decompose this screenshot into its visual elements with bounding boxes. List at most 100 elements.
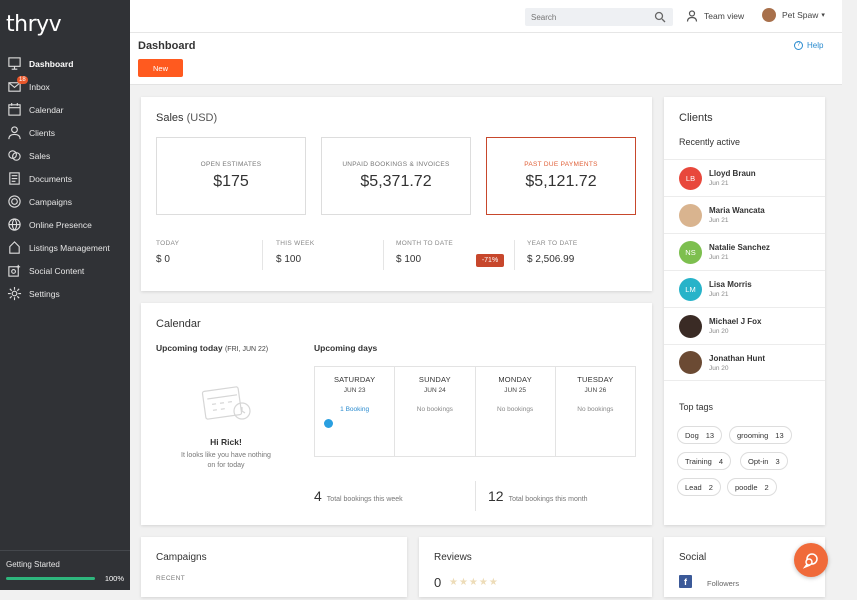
day-date: JUN 26 <box>584 387 607 394</box>
tag-count: 2 <box>764 482 769 492</box>
sidebar-item-label: Dashboard <box>29 58 74 69</box>
sidebar-item-campaigns[interactable]: Campaigns <box>0 190 130 213</box>
team-view-button[interactable]: Team view <box>686 10 744 22</box>
unpaid-bookings-box[interactable]: UNPAID BOOKINGS & INVOICES $5,371.72 <box>321 137 471 215</box>
search-input[interactable] <box>525 8 673 26</box>
day-column-saturday[interactable]: SATURDAY JUN 23 1 Booking <box>315 367 396 456</box>
tag-count: 3 <box>775 456 780 466</box>
divider <box>475 481 476 511</box>
tag-chip[interactable]: Training 4 <box>677 452 731 470</box>
top-tags-heading: Top tags <box>679 402 714 412</box>
stat-label: UNPAID BOOKINGS & INVOICES <box>342 161 450 168</box>
tag-count: 13 <box>705 430 715 440</box>
user-menu[interactable]: Pet Spaw ▾ <box>762 8 825 22</box>
star-rating-icon: ★★★★★ <box>449 577 499 588</box>
campaigns-card: Campaigns RECENT <box>141 537 407 597</box>
client-row[interactable]: Maria Wancata Jun 21 <box>664 196 825 233</box>
open-estimates-box[interactable]: OPEN ESTIMATES $175 <box>156 137 306 215</box>
upcoming-today-heading: Upcoming today (FRI, JUN 22) <box>156 343 268 353</box>
sidebar-item-dashboard[interactable]: Dashboard <box>0 52 130 75</box>
client-name: Natalie Sanchez <box>709 243 770 252</box>
client-row[interactable]: NS Natalie Sanchez Jun 21 <box>664 233 825 270</box>
tag-chip[interactable]: Lead 2 <box>677 478 721 496</box>
sidebar: thryv Dashboard 18 Inbox Calendar Client… <box>0 0 130 590</box>
tag-name: Dog <box>685 430 699 440</box>
facebook-icon[interactable]: f <box>679 575 692 588</box>
sidebar-item-clients[interactable]: Clients <box>0 121 130 144</box>
tag-count: 13 <box>775 430 784 440</box>
search-icon[interactable] <box>654 11 666 23</box>
social-content-icon <box>6 263 22 279</box>
chat-button[interactable] <box>794 543 828 577</box>
tag-chip[interactable]: poodle 2 <box>727 478 777 496</box>
page-title: Dashboard <box>138 40 196 52</box>
sidebar-item-label: Inbox <box>29 81 50 92</box>
sidebar-item-listings-management[interactable]: Listings Management <box>0 236 130 259</box>
day-column-monday[interactable]: MONDAY JUN 25 No bookings <box>476 367 556 456</box>
greeting: Hi Rick! <box>210 437 242 447</box>
dashboard-icon <box>6 56 22 72</box>
sales-title: Sales (USD) <box>156 112 217 124</box>
client-photo-avatar <box>679 203 702 227</box>
sidebar-item-online-presence[interactable]: Online Presence <box>0 213 130 236</box>
tag-name: grooming <box>737 430 769 440</box>
sidebar-item-sales[interactable]: Sales <box>0 144 130 167</box>
followers-label: Followers <box>707 579 740 588</box>
sidebar-item-documents[interactable]: Documents <box>0 167 130 190</box>
client-row[interactable]: Michael J Fox Jun 20 <box>664 307 825 344</box>
new-button[interactable]: New <box>138 59 183 77</box>
tag-chip[interactable]: grooming 13 <box>729 426 792 444</box>
upcoming-days-heading: Upcoming days <box>314 343 378 353</box>
getting-started[interactable]: Getting Started 100% <box>0 550 130 590</box>
sidebar-item-settings[interactable]: Settings <box>0 282 130 305</box>
past-due-payments-box[interactable]: PAST DUE PAYMENTS $5,121.72 <box>486 137 636 215</box>
progress-fill <box>6 577 95 580</box>
help-label: Help <box>807 41 824 50</box>
client-row[interactable]: LM Lisa Morris Jun 21 <box>664 270 825 307</box>
sales-currency: (USD) <box>186 112 218 124</box>
client-row[interactable]: LB Lloyd Braun Jun 21 <box>664 159 825 196</box>
review-count: 0 <box>434 575 442 590</box>
team-view-label: Team view <box>704 11 745 21</box>
client-name: Maria Wancata <box>709 206 765 215</box>
tag-chip[interactable]: Opt-in 3 <box>740 452 788 470</box>
client-name: Jonathan Hunt <box>709 353 765 363</box>
day-date: JUN 25 <box>504 387 526 394</box>
sidebar-item-label: Social Content <box>29 265 85 276</box>
sidebar-item-calendar[interactable]: Calendar <box>0 98 130 121</box>
thryv-logo[interactable]: thryv <box>6 12 62 37</box>
period-label: THIS WEEK <box>276 240 315 247</box>
stat-label: PAST DUE PAYMENTS <box>524 161 598 168</box>
help-link[interactable]: ? Help <box>794 41 823 50</box>
client-photo-avatar <box>679 351 702 374</box>
client-name: Lloyd Braun <box>709 169 756 178</box>
sidebar-item-label: Listings Management <box>29 242 110 253</box>
day-column-tuesday[interactable]: TUESDAY JUN 26 No bookings <box>556 367 635 456</box>
day-name: TUESDAY <box>577 375 614 384</box>
bookings-text: No bookings <box>416 406 453 413</box>
client-initials-avatar: NS <box>679 240 702 264</box>
week-total-number: 4 <box>314 488 322 504</box>
client-info: Maria Wancata Jun 21 <box>709 206 765 224</box>
period-label: MONTH TO DATE <box>396 240 453 247</box>
social-title: Social <box>679 552 707 563</box>
day-column-sunday[interactable]: SUNDAY JUN 24 No bookings <box>395 367 476 456</box>
client-date: Jun 21 <box>709 217 729 224</box>
tag-name: Opt-in <box>748 456 769 466</box>
calendar-icon <box>6 102 22 118</box>
tag-chip[interactable]: Dog 13 <box>677 426 723 444</box>
sidebar-item-inbox[interactable]: 18 Inbox <box>0 75 130 98</box>
sidebar-item-label: Online Presence <box>29 219 92 230</box>
calendar-title: Calendar <box>156 318 201 330</box>
person-icon <box>686 10 698 22</box>
recently-active-heading: Recently active <box>679 137 741 147</box>
avatar <box>762 8 776 22</box>
bookings-link[interactable]: 1 Booking <box>315 406 394 413</box>
tag-count: 2 <box>708 482 713 492</box>
change-badge: -71% <box>476 254 504 267</box>
booking-dot[interactable] <box>324 419 333 428</box>
sidebar-item-social-content[interactable]: Social Content <box>0 259 130 282</box>
client-info: Natalie Sanchez Jun 21 <box>709 243 770 261</box>
client-row[interactable]: Jonathan Hunt Jun 20 <box>664 344 825 381</box>
sidebar-item-label: Clients <box>29 127 55 138</box>
